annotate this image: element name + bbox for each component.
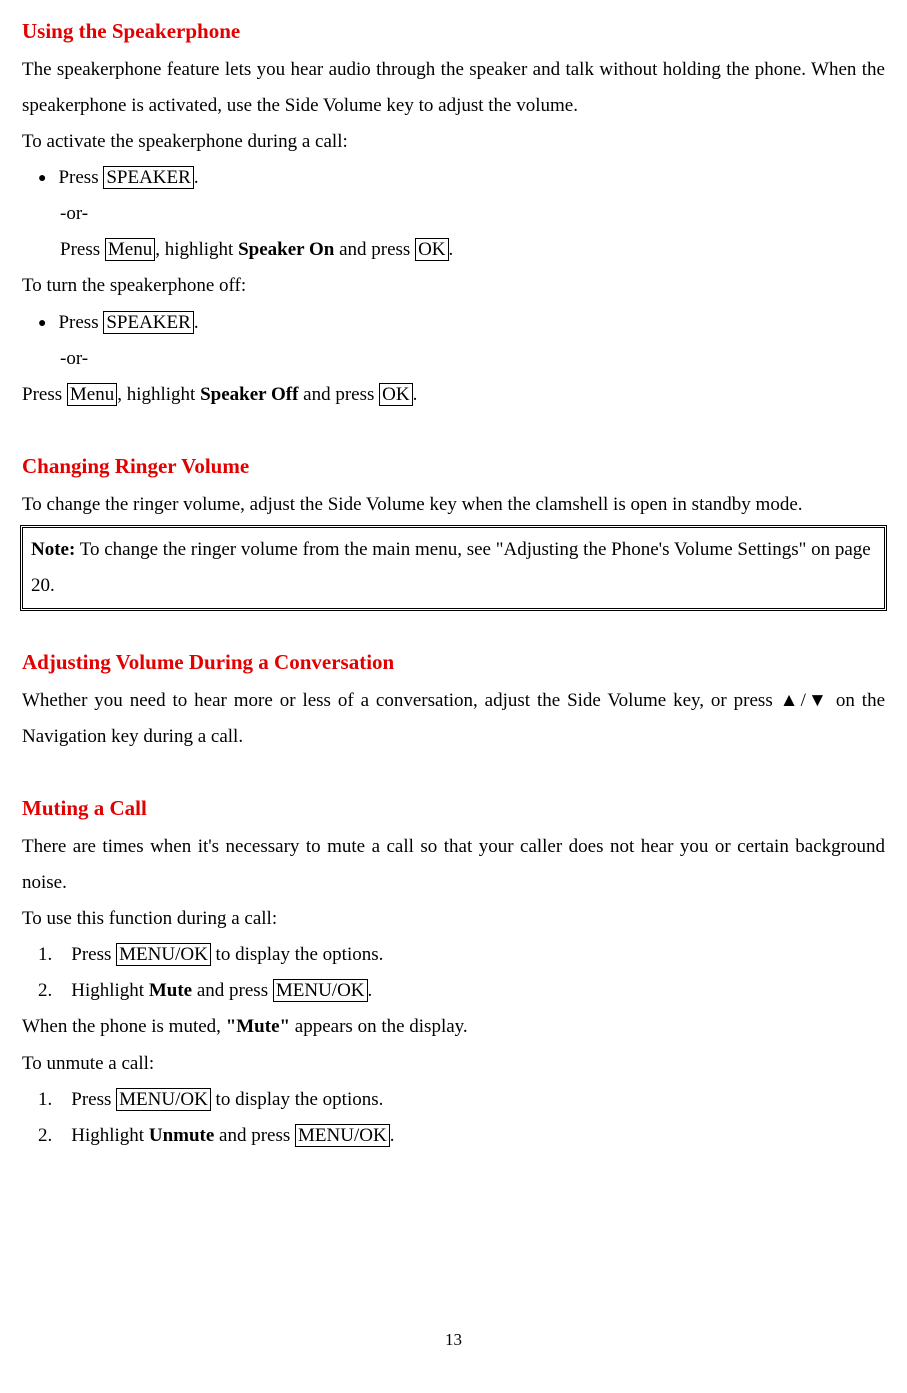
key-menu: Menu bbox=[105, 238, 155, 261]
num: 2. bbox=[38, 980, 52, 1001]
note-label: Note: bbox=[31, 539, 75, 560]
text: . bbox=[194, 312, 199, 333]
key-speaker: SPEAKER bbox=[103, 166, 193, 189]
text: When the phone is muted, bbox=[22, 1016, 226, 1037]
note-text: To change the ringer volume from the mai… bbox=[31, 539, 871, 596]
step-mute-1: 1. Press MENU/OK to display the options. bbox=[22, 937, 885, 973]
text: Press bbox=[60, 239, 105, 260]
para-speakerphone-intro: The speakerphone feature lets you hear a… bbox=[22, 52, 885, 124]
text: and press bbox=[298, 384, 379, 405]
text: . bbox=[368, 980, 373, 1001]
text: Highlight bbox=[71, 1125, 149, 1146]
num: 2. bbox=[38, 1125, 52, 1146]
or-divider-2: -or- bbox=[22, 341, 885, 377]
para-turnoff-instruction: To turn the speakerphone off: bbox=[22, 268, 885, 304]
text: . bbox=[390, 1125, 395, 1146]
key-ok: OK bbox=[415, 238, 448, 261]
bullet-press-speaker-1: Press SPEAKER. bbox=[22, 160, 885, 196]
num: 1. bbox=[38, 1089, 52, 1110]
text: Press bbox=[58, 167, 103, 188]
key-menu: Menu bbox=[67, 383, 117, 406]
text: Press bbox=[58, 312, 103, 333]
para-ringer-volume: To change the ringer volume, adjust the … bbox=[22, 487, 885, 523]
heading-adjust-volume: Adjusting Volume During a Conversation bbox=[22, 643, 885, 683]
para-unmute-instruction: To unmute a call: bbox=[22, 1046, 885, 1082]
heading-muting: Muting a Call bbox=[22, 789, 885, 829]
text: appears on the display. bbox=[290, 1016, 468, 1037]
key-menu-ok: MENU/OK bbox=[295, 1124, 390, 1147]
para-muting-intro: There are times when it's necessary to m… bbox=[22, 829, 885, 901]
text: and press bbox=[192, 980, 273, 1001]
key-menu-ok: MENU/OK bbox=[273, 979, 368, 1002]
bold-unmute: Unmute bbox=[149, 1125, 214, 1146]
bold-mute-quoted: "Mute" bbox=[226, 1016, 290, 1037]
text: to display the options. bbox=[211, 944, 384, 965]
key-speaker: SPEAKER bbox=[103, 311, 193, 334]
key-ok: OK bbox=[379, 383, 412, 406]
step-mute-2: 2. Highlight Mute and press MENU/OK. bbox=[22, 973, 885, 1009]
page-number: 13 bbox=[22, 1324, 885, 1356]
para-mute-display: When the phone is muted, "Mute" appears … bbox=[22, 1009, 885, 1045]
note-box: Note: To change the ringer volume from t… bbox=[22, 527, 885, 609]
bullet-press-speaker-2: Press SPEAKER. bbox=[22, 305, 885, 341]
step-unmute-1: 1. Press MENU/OK to display the options. bbox=[22, 1082, 885, 1118]
text: to display the options. bbox=[211, 1089, 384, 1110]
or-divider-1: -or- bbox=[22, 196, 885, 232]
text: Press bbox=[71, 944, 116, 965]
text: and press bbox=[334, 239, 415, 260]
para-adjust-volume: Whether you need to hear more or less of… bbox=[22, 683, 885, 755]
key-menu-ok: MENU/OK bbox=[116, 1088, 211, 1111]
para-mute-instruction: To use this function during a call: bbox=[22, 901, 885, 937]
bold-speaker-off: Speaker Off bbox=[200, 384, 298, 405]
step-unmute-2: 2. Highlight Unmute and press MENU/OK. bbox=[22, 1118, 885, 1154]
text: , highlight bbox=[155, 239, 238, 260]
bold-mute: Mute bbox=[149, 980, 192, 1001]
text: . bbox=[449, 239, 454, 260]
heading-speakerphone: Using the Speakerphone bbox=[22, 12, 885, 52]
text: Press bbox=[22, 384, 67, 405]
key-menu-ok: MENU/OK bbox=[116, 943, 211, 966]
para-activate-instruction: To activate the speakerphone during a ca… bbox=[22, 124, 885, 160]
heading-ringer-volume: Changing Ringer Volume bbox=[22, 447, 885, 487]
text: Press bbox=[71, 1089, 116, 1110]
text: . bbox=[194, 167, 199, 188]
line-menu-speaker-on: Press Menu, highlight Speaker On and pre… bbox=[22, 232, 885, 268]
text: , highlight bbox=[117, 384, 200, 405]
text: . bbox=[413, 384, 418, 405]
text: Highlight bbox=[71, 980, 149, 1001]
line-menu-speaker-off: Press Menu, highlight Speaker Off and pr… bbox=[22, 377, 885, 413]
num: 1. bbox=[38, 944, 52, 965]
text: and press bbox=[214, 1125, 295, 1146]
bold-speaker-on: Speaker On bbox=[238, 239, 334, 260]
